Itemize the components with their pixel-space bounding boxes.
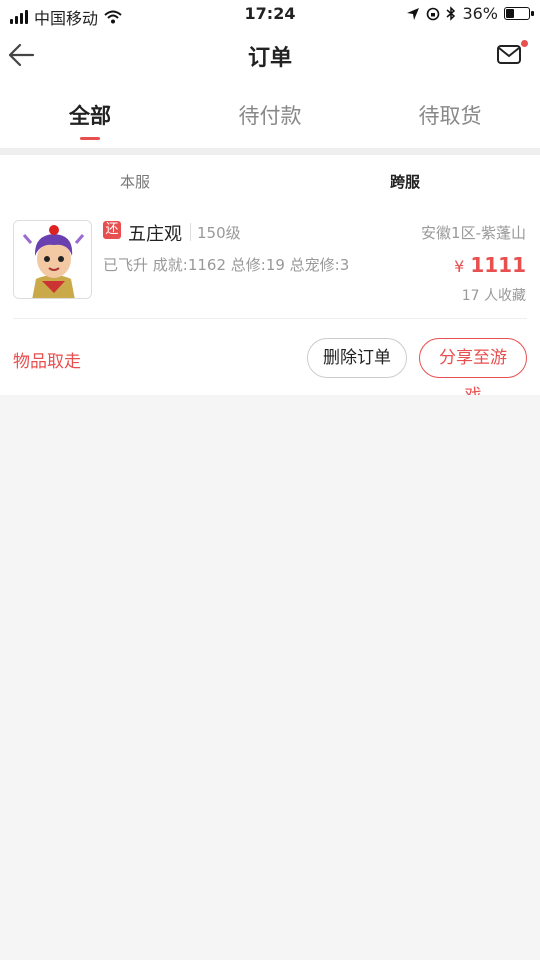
tab-active-indicator xyxy=(80,137,100,140)
price: ¥1111 xyxy=(454,253,526,277)
favorites-count: 17 人收藏 xyxy=(461,288,526,304)
empty-area xyxy=(0,395,540,960)
battery-percent: 36% xyxy=(462,4,498,23)
mail-button[interactable] xyxy=(496,40,528,70)
status-bar: 中国移动 17:24 36% xyxy=(0,0,540,30)
subtab-cross-server[interactable]: 跨服 xyxy=(270,155,540,205)
order-tabs: 全部 待付款 待取货 xyxy=(0,80,540,148)
rotation-lock-icon xyxy=(427,7,440,20)
tab-label: 待付款 xyxy=(238,104,302,128)
currency-symbol: ¥ xyxy=(454,257,465,276)
character-name: 五庄观 xyxy=(128,224,182,245)
share-to-game-button[interactable]: 分享至游戏 xyxy=(419,338,527,406)
order-card[interactable]: 还 五庄观 150级 安徽1区-紫蓬山 已飞升 成就:1162 总修:19 总宠… xyxy=(0,205,540,406)
server-subtabs: 本服 跨服 xyxy=(0,155,540,205)
tab-pending-payment[interactable]: 待付款 xyxy=(180,80,360,148)
delete-order-button[interactable]: 删除订单 xyxy=(307,338,407,378)
page-title: 订单 xyxy=(247,46,292,71)
tab-label: 待取货 xyxy=(418,104,482,128)
price-value: 1111 xyxy=(470,253,526,277)
character-avatar xyxy=(13,220,92,299)
card-divider xyxy=(13,318,527,319)
location-icon xyxy=(407,7,420,20)
status-right: 36% xyxy=(406,4,534,23)
mail-icon xyxy=(497,45,521,64)
notification-dot xyxy=(521,40,528,47)
bluetooth-icon xyxy=(446,6,456,21)
tab-label: 全部 xyxy=(69,104,111,128)
return-badge: 还 xyxy=(103,221,121,239)
item-taken-status: 物品取走 xyxy=(13,352,81,372)
subtab-same-server[interactable]: 本服 xyxy=(0,155,270,205)
character-portrait-icon xyxy=(14,221,91,298)
character-level: 150级 xyxy=(197,224,241,242)
server-name: 安徽1区-紫蓬山 xyxy=(421,224,526,242)
character-stats: 已飞升 成就:1162 总修:19 总宠修:3 xyxy=(103,256,350,274)
tab-pending-pickup[interactable]: 待取货 xyxy=(360,80,540,148)
battery-icon xyxy=(504,7,534,20)
name-divider xyxy=(190,223,191,241)
nav-bar: 订单 xyxy=(0,30,540,80)
section-divider xyxy=(0,148,540,155)
tab-all[interactable]: 全部 xyxy=(0,80,180,148)
